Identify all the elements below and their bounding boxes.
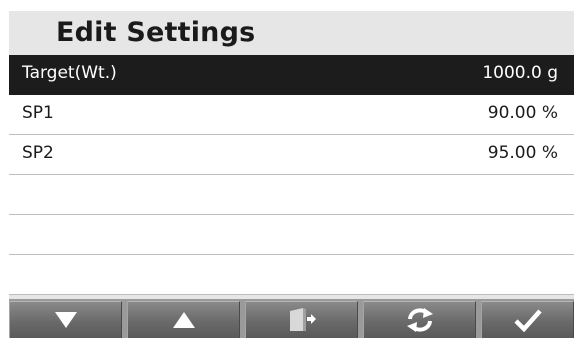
settings-row-empty bbox=[9, 175, 574, 215]
settings-row-sp1[interactable]: SP1 90.00 % bbox=[9, 95, 574, 135]
arrow-down-icon bbox=[54, 312, 77, 328]
arrow-up-icon bbox=[172, 312, 195, 328]
refresh-icon bbox=[406, 308, 433, 332]
scroll-down-button[interactable] bbox=[9, 301, 122, 338]
setting-value: 1000.0 g bbox=[482, 63, 558, 83]
confirm-button[interactable] bbox=[481, 301, 574, 338]
settings-row-target-weight[interactable]: Target(Wt.) 1000.0 g bbox=[9, 55, 574, 95]
setting-label: SP2 bbox=[22, 143, 54, 163]
setting-label: Target(Wt.) bbox=[22, 63, 117, 83]
setting-label: SP1 bbox=[22, 103, 54, 123]
title-bar: Edit Settings bbox=[9, 11, 574, 55]
exit-door-icon bbox=[289, 308, 316, 331]
softkey-toolbar bbox=[9, 299, 574, 338]
settings-row-empty bbox=[9, 255, 574, 295]
settings-screen: Edit Settings Target(Wt.) 1000.0 g SP1 9… bbox=[9, 11, 574, 338]
setting-value: 95.00 % bbox=[487, 143, 558, 163]
exit-button[interactable] bbox=[245, 301, 358, 338]
settings-list: Target(Wt.) 1000.0 g SP1 90.00 % SP2 95.… bbox=[9, 55, 574, 295]
settings-row-sp2[interactable]: SP2 95.00 % bbox=[9, 135, 574, 175]
refresh-button[interactable] bbox=[363, 301, 476, 338]
settings-row-empty bbox=[9, 215, 574, 255]
checkmark-icon bbox=[513, 309, 542, 332]
scroll-up-button[interactable] bbox=[127, 301, 240, 338]
page-title: Edit Settings bbox=[56, 17, 256, 48]
setting-value: 90.00 % bbox=[487, 103, 558, 123]
